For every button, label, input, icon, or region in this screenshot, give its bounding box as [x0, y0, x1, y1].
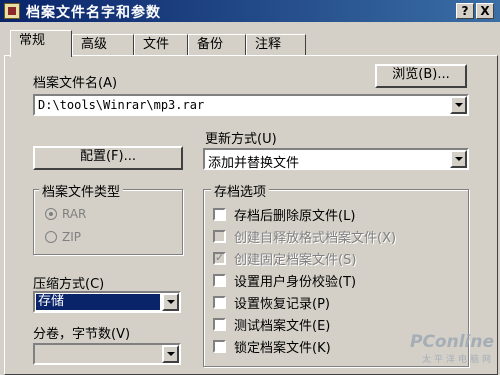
option-create-solid: 创建固定档案文件(S)	[213, 249, 356, 268]
option-lock-archive[interactable]: 锁定档案文件(K)	[213, 337, 331, 356]
option-test-archive[interactable]: 测试档案文件(E)	[213, 315, 330, 334]
archive-options-title: 存档选项	[211, 181, 270, 200]
option-delete-after-archiving[interactable]: 存档后删除原文件(L)	[213, 205, 355, 224]
radio-dot-icon	[45, 231, 57, 243]
update-mode-combo[interactable]: 添加并替换文件	[203, 148, 469, 171]
option-label: 锁定档案文件(K)	[234, 341, 331, 356]
help-button[interactable]: ?	[456, 3, 474, 19]
radio-dot-icon	[45, 208, 57, 220]
tab-advanced[interactable]: 高级	[72, 34, 134, 56]
checkbox-icon	[213, 274, 226, 287]
watermark-subtitle: 太平洋电脑网	[421, 355, 494, 365]
tab-backup[interactable]: 备份	[188, 34, 246, 56]
volume-size-label: 分卷，字节数(V)	[33, 327, 131, 342]
close-button[interactable]: X	[476, 3, 494, 19]
general-panel: 档案文件名(A) 浏览(B)... D:\tools\Winrar\mp3.ra…	[4, 55, 498, 375]
radio-zip[interactable]: ZIP	[45, 230, 81, 244]
archive-name-label: 档案文件名(A)	[33, 76, 118, 91]
update-mode-value: 添加并替换文件	[208, 156, 300, 171]
option-create-sfx: 创建自释放格式档案文件(X)	[213, 227, 396, 246]
radio-zip-label: ZIP	[62, 230, 81, 244]
archive-path-combo[interactable]: D:\tools\Winrar\mp3.rar	[33, 94, 469, 116]
archive-path-value: D:\tools\Winrar\mp3.rar	[38, 98, 205, 112]
chevron-down-icon[interactable]	[450, 96, 467, 114]
winrar-app-icon	[4, 3, 20, 19]
compression-label: 压缩方式(C)	[33, 277, 105, 292]
title-bar: 档案文件名字和参数 ? X	[0, 0, 500, 22]
pconline-watermark: PConline 太平洋电脑网	[410, 332, 494, 365]
window-title: 档案文件名字和参数	[26, 5, 161, 21]
checkbox-icon	[213, 340, 226, 353]
option-label: 设置用户身份校验(T)	[234, 275, 357, 290]
option-label: 创建自释放格式档案文件(X)	[234, 231, 397, 246]
checkbox-icon	[213, 208, 226, 221]
option-label: 创建固定档案文件(S)	[234, 253, 357, 268]
tab-files[interactable]: 文件	[134, 34, 188, 56]
checkbox-icon	[213, 296, 226, 309]
volume-size-combo[interactable]	[33, 343, 181, 365]
chevron-down-icon[interactable]	[162, 293, 179, 311]
tab-comment[interactable]: 注释	[246, 34, 306, 56]
profiles-button[interactable]: 配置(F)...	[33, 146, 183, 170]
checkbox-icon	[213, 318, 226, 331]
tab-general[interactable]: 常规	[10, 30, 72, 57]
radio-rar-label: RAR	[62, 207, 87, 221]
option-label: 存档后删除原文件(L)	[234, 209, 356, 224]
option-authenticity-verification[interactable]: 设置用户身份校验(T)	[213, 271, 356, 290]
chevron-down-icon[interactable]	[162, 345, 179, 363]
compression-combo[interactable]: 存储	[33, 291, 181, 313]
radio-rar[interactable]: RAR	[45, 207, 86, 221]
chevron-down-icon[interactable]	[450, 150, 467, 168]
checkbox-icon	[213, 230, 226, 243]
checkbox-checked-icon	[213, 251, 226, 265]
compression-value: 存储	[36, 294, 160, 310]
browse-button[interactable]: 浏览(B)...	[375, 64, 467, 88]
update-mode-label: 更新方式(U)	[205, 132, 277, 147]
option-label: 设置恢复记录(P)	[234, 297, 330, 312]
option-recovery-record[interactable]: 设置恢复记录(P)	[213, 293, 330, 312]
option-label: 测试档案文件(E)	[234, 319, 331, 334]
archive-type-title: 档案文件类型	[39, 181, 124, 200]
watermark-logo: PConline	[409, 332, 494, 352]
